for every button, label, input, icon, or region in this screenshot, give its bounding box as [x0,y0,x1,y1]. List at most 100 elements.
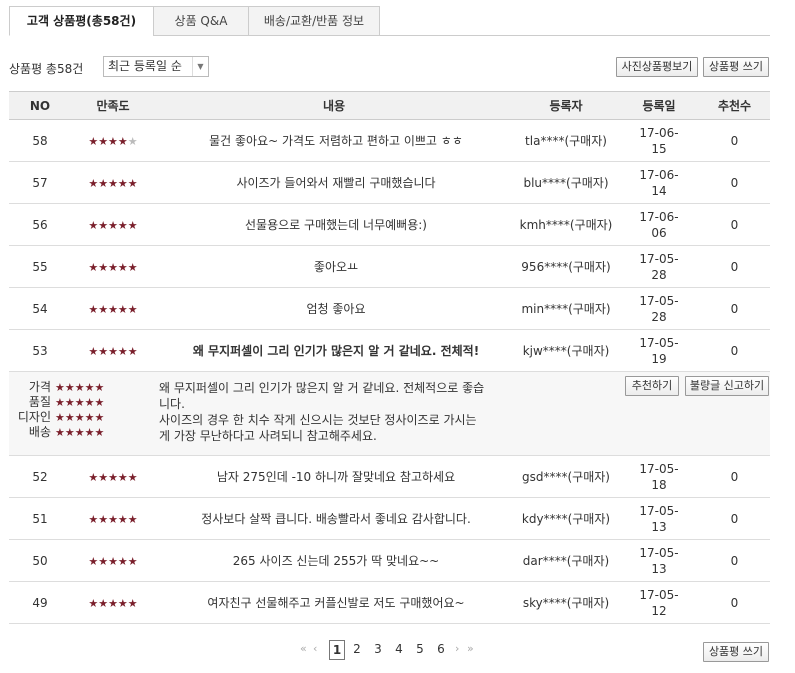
review-user: min****(구매자) [513,287,619,330]
tab-customer-reviews[interactable]: 고객 상품평(총58건) [9,6,154,36]
review-user: kmh****(구매자) [513,203,619,246]
review-user: gsd****(구매자) [513,455,619,498]
detail-rating-label: 가격 [28,380,51,394]
detail-rating-row: 배송 ★★★★★ [0,425,155,440]
detail-rating-label: 배송 [28,425,51,439]
row-no: 55 [9,245,71,288]
review-likes: 0 [699,539,770,582]
review-user: tla****(구매자) [513,119,619,162]
review-likes: 0 [699,161,770,204]
rating-stars: ★★★★★ [71,497,155,540]
row-no: 51 [9,497,71,540]
star-icon: ★★★★★ [55,426,105,439]
col-date: 등록일 [619,91,699,120]
review-content[interactable]: 여자친구 선물해주고 커플신발로 저도 구매했어요~ [155,581,513,624]
tab-product-qna[interactable]: 상품 Q&A [153,6,249,36]
review-content[interactable]: 왜 무지퍼셀이 그리 인기가 많은지 알 거 같네요. 전체적! [155,329,513,372]
rating-stars: ★★★★★ [71,161,155,204]
review-detail-row: 가격 ★★★★★ 품질 ★★★★★ 디자인 ★★★★★ 배송 ★★★★★ 왜 무지퍼셀이 그리 … [9,371,770,456]
review-date: 17-06- 14 [619,161,699,204]
table-row[interactable]: 49 ★★★★★ 여자친구 선물해주고 커플신발로 저도 구매했어요~ sky****… [9,581,770,624]
review-likes: 0 [699,245,770,288]
review-content[interactable]: 엄청 좋아요 [155,287,513,330]
sort-select[interactable]: 최근 등록일 순 ▼ [103,56,209,77]
tab-shipping-info[interactable]: 배송/교환/반품 정보 [248,6,380,36]
rating-stars: ★★★★★ [71,581,155,624]
prev-page-icon[interactable]: ‹ [313,642,317,655]
review-user: kdy****(구매자) [513,497,619,540]
reviews-table: NO 만족도 내용 등록자 등록일 추천수 58 ★★★★★ 물건 좋아요~ 가격도… [9,91,770,624]
page-link[interactable]: 5 [412,642,428,656]
review-content[interactable]: 265 사이즈 신는데 255가 딱 맞네요~~ [155,539,513,582]
rating-stars: ★★★★★ [71,455,155,498]
review-content[interactable]: 사이즈가 들어와서 재빨리 구매했습니다 [155,161,513,204]
table-row[interactable]: 50 ★★★★★ 265 사이즈 신는데 255가 딱 맞네요~~ dar****(구… [9,539,770,582]
detail-text: 왜 무지퍼셀이 그리 인기가 많은지 알 거 같네요. 전체적으로 좋습 니다. 사… [155,371,619,456]
report-button[interactable]: 불량글 신고하기 [685,376,769,396]
review-content[interactable]: 선물용으로 구매했는데 너무예뻐용:) [155,203,513,246]
table-row[interactable]: 53 ★★★★★ 왜 무지퍼셀이 그리 인기가 많은지 알 거 같네요. 전체적! k… [9,329,770,372]
row-no: 53 [9,329,71,372]
page-link[interactable]: 6 [433,642,449,656]
review-tabs: 고객 상품평(총58건) 상품 Q&A 배송/교환/반품 정보 [9,6,770,36]
recommend-button[interactable]: 추천하기 [625,376,679,396]
page-link[interactable]: 2 [349,642,365,656]
table-row[interactable]: 54 ★★★★★ 엄청 좋아요 min****(구매자) 17-05- 28 0 [9,287,770,330]
review-date: 17-05- 13 [619,539,699,582]
review-content[interactable]: 정사보다 살짝 큽니다. 배송빨라서 좋네요 감사합니다. [155,497,513,540]
review-likes: 0 [699,581,770,624]
table-row[interactable]: 57 ★★★★★ 사이즈가 들어와서 재빨리 구매했습니다 blu****(구매자) 1… [9,161,770,204]
table-row[interactable]: 56 ★★★★★ 선물용으로 구매했는데 너무예뻐용:) kmh****(구매자) 17… [9,203,770,246]
first-page-icon[interactable]: « [300,642,307,655]
detail-rating-row: 품질 ★★★★★ [0,395,155,410]
review-content[interactable]: 물건 좋아요~ 가격도 저렴하고 편하고 이쁘고 ㅎㅎ [155,119,513,162]
review-date: 17-06- 15 [619,119,699,162]
page-link[interactable]: 4 [391,642,407,656]
table-row[interactable]: 51 ★★★★★ 정사보다 살짝 큽니다. 배송빨라서 좋네요 감사합니다. kdy*… [9,497,770,540]
photo-reviews-button[interactable]: 사진상품평보기 [616,57,698,77]
table-row[interactable]: 58 ★★★★★ 물건 좋아요~ 가격도 저렴하고 편하고 이쁘고 ㅎㅎ tla***… [9,119,770,162]
rating-stars: ★★★★★ [71,329,155,372]
review-date: 17-05- 12 [619,581,699,624]
row-no: 50 [9,539,71,582]
row-no: 56 [9,203,71,246]
star-icon: ★★★★★ [88,344,138,358]
pagination: « ‹ 123456 › » 상품평 쓰기 [0,640,795,662]
review-content[interactable]: 좋아오ㅛ [155,245,513,288]
detail-rating-row: 디자인 ★★★★★ [0,410,155,425]
rating-stars: ★★★★★ [71,245,155,288]
row-no: 52 [9,455,71,498]
review-count: 상품평 총58건 [9,62,84,76]
review-date: 17-06- 06 [619,203,699,246]
review-user: sky****(구매자) [513,581,619,624]
review-date: 17-05- 13 [619,497,699,540]
detail-rating-row: 가격 ★★★★★ [0,380,155,395]
star-icon: ★★★★★ [55,381,105,394]
detail-ratings: 가격 ★★★★★ 품질 ★★★★★ 디자인 ★★★★★ 배송 ★★★★★ [0,380,155,440]
page-link[interactable]: 3 [370,642,386,656]
page-link[interactable]: 1 [329,640,345,660]
review-user: blu****(구매자) [513,161,619,204]
row-no: 58 [9,119,71,162]
review-content[interactable]: 남자 275인데 -10 하니까 잘맞네요 참고하세요 [155,455,513,498]
review-date: 17-05- 19 [619,329,699,372]
review-likes: 0 [699,287,770,330]
review-likes: 0 [699,455,770,498]
row-no: 54 [9,287,71,330]
last-page-icon[interactable]: » [467,642,474,655]
rating-stars: ★★★★★ [71,287,155,330]
write-review-button-bottom[interactable]: 상품평 쓰기 [703,642,769,662]
review-likes: 0 [699,119,770,162]
col-content: 내용 [155,91,513,120]
col-user: 등록자 [513,91,619,120]
next-page-icon[interactable]: › [455,642,459,655]
table-row[interactable]: 52 ★★★★★ 남자 275인데 -10 하니까 잘맞네요 참고하세요 gsd***… [9,455,770,498]
star-icon: ★★★★★ [88,134,138,148]
review-user: dar****(구매자) [513,539,619,582]
review-likes: 0 [699,497,770,540]
write-review-button[interactable]: 상품평 쓰기 [703,57,769,77]
star-icon: ★★★★★ [55,396,105,409]
rating-stars: ★★★★★ [71,539,155,582]
table-row[interactable]: 55 ★★★★★ 좋아오ㅛ 956****(구매자) 17-05- 28 0 [9,245,770,288]
rating-stars: ★★★★★ [71,203,155,246]
